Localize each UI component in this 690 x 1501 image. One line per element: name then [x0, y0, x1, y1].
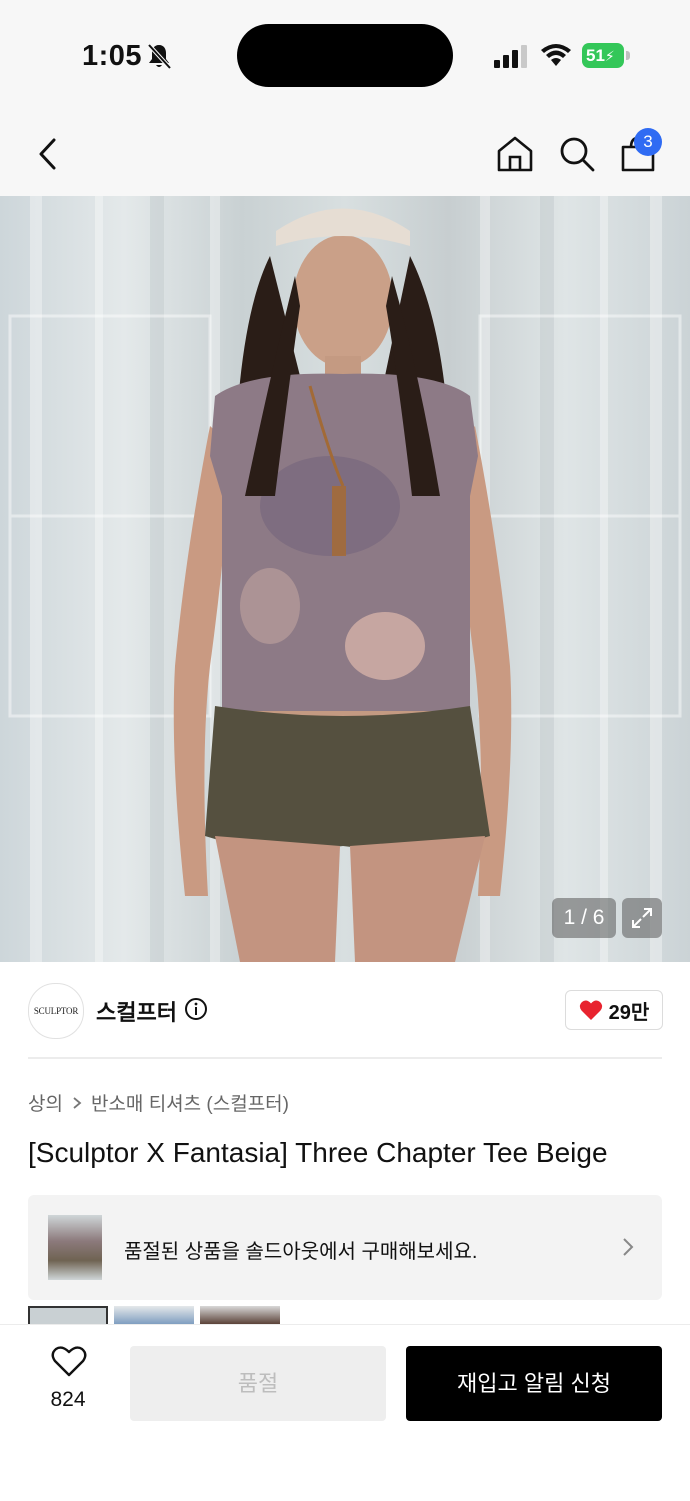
brand-like-button[interactable]: 29만 [565, 990, 663, 1030]
brand-logo[interactable]: SCULPTOR [28, 983, 84, 1039]
divider [28, 1057, 662, 1059]
expand-icon [632, 908, 652, 928]
expand-image-button[interactable] [622, 898, 662, 938]
product-image[interactable] [0, 196, 690, 962]
thumbnail-1[interactable] [28, 1306, 108, 1324]
soldout-banner-text: 품절된 상품을 솔드아웃에서 구매해보세요. [124, 1241, 478, 1263]
breadcrumb-subcategory[interactable]: 반소매 티셔츠 (스컬프터) [91, 1089, 289, 1116]
breadcrumb: 상의 반소매 티셔츠 (스컬프터) [28, 1089, 289, 1116]
status-time: 1:05 [82, 40, 143, 72]
soldout-button: 품절 [130, 1346, 386, 1421]
chevron-left-icon [39, 138, 56, 170]
soldout-banner[interactable]: 품절된 상품을 솔드아웃에서 구매해보세요. [28, 1195, 662, 1300]
dynamic-island [237, 24, 453, 87]
thumbnail-3[interactable] [200, 1306, 280, 1324]
battery-indicator: 51⚡ [582, 43, 632, 68]
search-icon [560, 137, 595, 172]
image-counter: 1 / 6 [552, 898, 616, 938]
back-button[interactable] [26, 132, 70, 176]
home-icon [497, 136, 533, 172]
info-icon[interactable] [184, 997, 208, 1021]
restock-alert-button[interactable]: 재입고 알림 신청 [406, 1346, 662, 1421]
image-thumbnails [28, 1306, 662, 1324]
search-button[interactable] [555, 132, 599, 176]
product-photo [8, 196, 682, 962]
brand-like-count: 29만 [608, 1001, 650, 1024]
status-bar: 1:05 51⚡ [0, 0, 690, 110]
product-title: [Sculptor X Fantasia] Three Chapter Tee … [28, 1137, 608, 1168]
banner-product-thumbnail [48, 1215, 102, 1280]
bell-muted-icon [147, 43, 172, 70]
wishlist-count: 824 [50, 1388, 86, 1411]
heart-filled-icon [579, 1000, 602, 1020]
chevron-right-icon [623, 1238, 634, 1256]
chevron-right-icon [73, 1096, 82, 1109]
brand-logo-text: SCULPTOR [33, 1006, 79, 1016]
heart-outline-icon [51, 1346, 87, 1377]
home-button[interactable] [493, 132, 537, 176]
thumbnail-2[interactable] [114, 1306, 194, 1324]
cellular-signal-icon [494, 45, 527, 68]
wifi-icon [541, 44, 571, 66]
brand-name[interactable]: 스컬프터 [96, 995, 177, 1027]
breadcrumb-category[interactable]: 상의 [28, 1089, 63, 1116]
cart-count-badge: 3 [634, 128, 662, 156]
wishlist-button[interactable] [40, 1346, 98, 1383]
top-nav-bar [0, 110, 690, 196]
battery-level: 51 [586, 46, 605, 65]
